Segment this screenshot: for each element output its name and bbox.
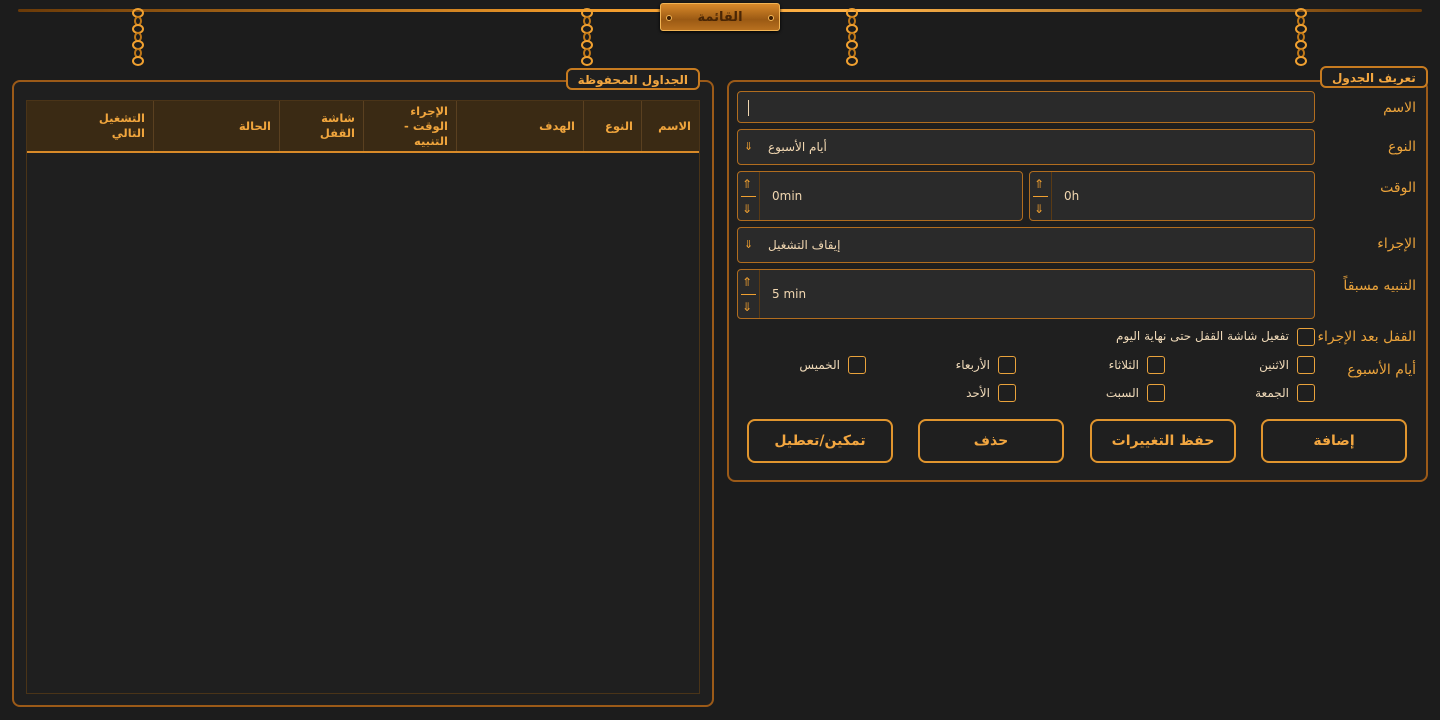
chain-icon <box>1294 8 1308 80</box>
minutes-spin-buttons[interactable]: ⇑ ⇓ <box>738 172 760 220</box>
saturday-checkbox[interactable] <box>1147 384 1165 402</box>
advance-alert-spinbox[interactable]: ⇑ ⇓ 5 min <box>737 269 1315 319</box>
saved-schedules-panel: الجداول المحفوظة الاسم النوع الهدف الإجر… <box>12 68 714 707</box>
monday-label[interactable]: الاثنين <box>1259 358 1289 372</box>
wednesday-label[interactable]: الأربعاء <box>956 358 990 372</box>
column-header-action-time-alert[interactable]: الإجراء الوقت - التنبيه <box>363 101 456 151</box>
action-select[interactable]: ⇓ إيقاف التشغيل <box>737 227 1315 263</box>
name-input[interactable] <box>737 91 1315 123</box>
saturday-label[interactable]: السبت <box>1106 386 1139 400</box>
add-button[interactable]: إضافة <box>1261 419 1407 463</box>
dropdown-arrow-icon: ⇓ <box>744 237 754 251</box>
column-header-type[interactable]: النوع <box>583 101 641 151</box>
action-label: الإجراء <box>1377 236 1416 252</box>
hours-spin-buttons[interactable]: ⇑ ⇓ <box>1030 172 1052 220</box>
hours-value: 0h <box>1064 189 1080 203</box>
spin-up-icon[interactable]: ⇑ <box>1034 178 1044 190</box>
menu-button[interactable]: القائمة <box>660 3 780 31</box>
spin-up-icon[interactable]: ⇑ <box>742 178 752 190</box>
type-label: النوع <box>1388 139 1416 155</box>
sunday-checkbox[interactable] <box>998 384 1016 402</box>
lock-after-label: القفل بعد الإجراء <box>1317 329 1416 345</box>
spin-down-icon[interactable]: ⇓ <box>742 301 752 313</box>
monday-checkbox[interactable] <box>1297 356 1315 374</box>
schedules-table[interactable]: الاسم النوع الهدف الإجراء الوقت - التنبي… <box>26 100 700 694</box>
spin-up-icon[interactable]: ⇑ <box>742 276 752 288</box>
advance-alert-label: التنبيه مسبقاً <box>1343 278 1416 294</box>
advance-alert-value: 5 min <box>772 287 807 301</box>
column-header-target[interactable]: الهدف <box>456 101 583 151</box>
time-label: الوقت <box>1380 180 1416 196</box>
dropdown-arrow-icon: ⇓ <box>744 139 754 153</box>
friday-label[interactable]: الجمعة <box>1255 386 1289 400</box>
column-header-lock-screen[interactable]: شاشة القفل <box>279 101 363 151</box>
rivet-icon <box>768 15 774 21</box>
table-header: الاسم النوع الهدف الإجراء الوقت - التنبي… <box>27 101 699 153</box>
saved-schedules-title: الجداول المحفوظة <box>565 68 700 90</box>
minutes-spinbox[interactable]: ⇑ ⇓ 0min <box>737 171 1023 221</box>
type-select[interactable]: ⇓ أيام الأسبوع <box>737 129 1315 165</box>
alert-spin-buttons[interactable]: ⇑ ⇓ <box>738 270 760 318</box>
spin-down-icon[interactable]: ⇓ <box>742 203 752 215</box>
rivet-icon <box>666 15 672 21</box>
hours-spinbox[interactable]: ⇑ ⇓ 0h <box>1029 171 1315 221</box>
thursday-checkbox[interactable] <box>848 356 866 374</box>
chain-icon <box>845 8 859 80</box>
delete-button[interactable]: حذف <box>918 419 1064 463</box>
column-header-status[interactable]: الحالة <box>153 101 279 151</box>
schedule-definition-title: تعريف الجدول <box>1320 66 1428 88</box>
thursday-label[interactable]: الخميس <box>799 358 840 372</box>
tuesday-label[interactable]: الثلاثاء <box>1109 358 1139 372</box>
action-value: إيقاف التشغيل <box>768 238 841 252</box>
column-header-next-run[interactable]: التشغيل التالي <box>27 101 153 151</box>
tuesday-checkbox[interactable] <box>1147 356 1165 374</box>
weekdays-label: أيام الأسبوع <box>1347 362 1416 378</box>
lock-screen-checkbox[interactable] <box>1297 328 1315 346</box>
menu-title: القائمة <box>697 10 743 25</box>
chain-icon <box>131 8 145 80</box>
type-value: أيام الأسبوع <box>768 140 827 154</box>
save-changes-button[interactable]: حفظ التغييرات <box>1090 419 1236 463</box>
enable-disable-button[interactable]: تمكين/تعطيل <box>747 419 893 463</box>
sunday-label[interactable]: الأحد <box>966 386 990 400</box>
wednesday-checkbox[interactable] <box>998 356 1016 374</box>
name-label: الاسم <box>1383 100 1416 116</box>
column-header-name[interactable]: الاسم <box>641 101 699 151</box>
spin-down-icon[interactable]: ⇓ <box>1034 203 1044 215</box>
lock-screen-checkbox-label[interactable]: تفعيل شاشة القفل حتى نهاية اليوم <box>1116 329 1289 343</box>
text-caret <box>748 100 749 116</box>
minutes-value: 0min <box>772 189 803 203</box>
friday-checkbox[interactable] <box>1297 384 1315 402</box>
